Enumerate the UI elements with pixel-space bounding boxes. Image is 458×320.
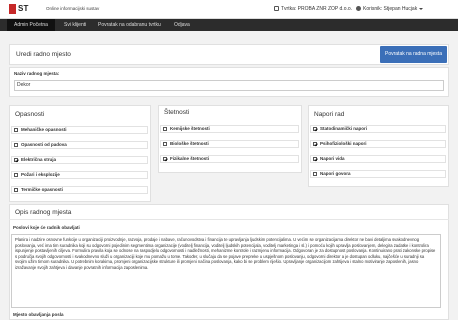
checkbox-mehanicke[interactable]: Mehaničke opasnosti xyxy=(11,126,148,134)
checkbox-kemijske[interactable]: Kemijske štetnosti xyxy=(160,125,299,133)
checkbox-box[interactable] xyxy=(14,173,18,177)
checkbox-padovi[interactable]: Opasnosti od padova xyxy=(11,141,148,149)
checkbox-label: Napori govora xyxy=(320,171,351,176)
nav-logout[interactable]: Odjava xyxy=(167,19,197,31)
top-bar: ST Online informacijski sustav Tvrtka: P… xyxy=(0,0,458,19)
checkbox-label: Električna struja xyxy=(21,157,57,162)
building-icon xyxy=(274,6,279,12)
checkbox-label: Mehaničke opasnosti xyxy=(21,127,67,132)
app-logo[interactable]: ST xyxy=(9,4,40,14)
logo-text: ST xyxy=(18,4,29,13)
checkbox-govora[interactable]: Napori govora xyxy=(310,170,446,178)
opasnosti-title: Opasnosti xyxy=(15,111,45,118)
checkbox-box[interactable] xyxy=(163,127,167,131)
checkbox-fizikalne[interactable]: Fizikalne štetnosti xyxy=(160,155,299,163)
checkbox-label: Statodinamički napori xyxy=(320,126,368,131)
checkbox-vida[interactable]: Napori vida xyxy=(310,155,446,163)
checkbox-label: Požari i eksplozije xyxy=(21,172,60,177)
user-label: Korisnik: Stjepan Hucjak xyxy=(363,6,418,12)
checkbox-psihofizioloski[interactable]: Psihofiziološki napori xyxy=(310,140,446,148)
divider xyxy=(9,219,449,220)
poslovi-textarea[interactable]: Planira i nadzire osnovne funkcije u org… xyxy=(11,234,441,308)
checkbox-box[interactable] xyxy=(313,157,317,161)
checkbox-box[interactable] xyxy=(163,142,167,146)
checkbox-label: Kemijske štetnosti xyxy=(170,126,210,131)
checkbox-termicke[interactable]: Termičke opasnosti xyxy=(11,186,148,194)
checkbox-pozari[interactable]: Požari i eksplozije xyxy=(11,171,148,179)
checkbox-box[interactable] xyxy=(14,158,18,162)
checkbox-box[interactable] xyxy=(313,142,317,146)
opis-title: Opis radnog mjesta xyxy=(15,209,72,216)
checkbox-box[interactable] xyxy=(313,127,317,131)
checkbox-box[interactable] xyxy=(313,172,317,176)
page-title: Uredi radno mjesto xyxy=(16,51,71,58)
firm-indicator: Tvrtka: PROBA ZNR ZOP d.o.o. xyxy=(274,6,352,12)
stetnosti-title: Štetnosti xyxy=(164,109,190,116)
checkbox-box[interactable] xyxy=(14,143,18,147)
checkbox-label: Opasnosti od padova xyxy=(21,142,67,147)
job-name-input[interactable]: Dekor xyxy=(14,80,444,91)
app-subtitle: Online informacijski sustav xyxy=(46,6,100,11)
nav-admin-home[interactable]: Admin Početna xyxy=(7,19,55,31)
checkbox-label: Termičke opasnosti xyxy=(21,187,63,192)
chevron-down-icon xyxy=(419,7,424,10)
nav-all-clients[interactable]: Svi klijenti xyxy=(57,19,93,31)
logo-mark xyxy=(9,4,16,14)
checkbox-label: Fizikalne štetnosti xyxy=(170,156,210,161)
napori-title: Napori rad xyxy=(314,111,345,118)
checkbox-elektricna[interactable]: Električna struja xyxy=(11,156,148,164)
checkbox-box[interactable] xyxy=(163,157,167,161)
mjesto-label: Mjesto obavljanja posla xyxy=(13,312,64,317)
checkbox-box[interactable] xyxy=(14,188,18,192)
nav-back-to-company[interactable]: Povratak na odabranu tvrtku xyxy=(91,19,168,31)
user-icon xyxy=(356,6,361,12)
checkbox-label: Napori vida xyxy=(320,156,345,161)
checkbox-box[interactable] xyxy=(14,128,18,132)
checkbox-label: Psihofiziološki napori xyxy=(320,141,367,146)
checkbox-statodinamicki[interactable]: Statodinamički napori xyxy=(310,125,446,133)
checkbox-label: Biološke štetnosti xyxy=(170,141,209,146)
checkbox-bioloske[interactable]: Biološke štetnosti xyxy=(160,140,299,148)
back-to-jobs-button[interactable]: Povratak na radna mjesta xyxy=(380,46,447,63)
name-label: Naziv radnog mjesta: xyxy=(14,71,60,76)
firm-label: Tvrtka: PROBA ZNR ZOP d.o.o. xyxy=(281,6,353,12)
user-menu[interactable]: Korisnik: Stjepan Hucjak xyxy=(356,6,424,12)
poslovi-label: Poslovi koje će radnik obavljati xyxy=(13,225,80,230)
main-nav: Admin Početna Svi klijenti Povratak na o… xyxy=(0,19,458,31)
